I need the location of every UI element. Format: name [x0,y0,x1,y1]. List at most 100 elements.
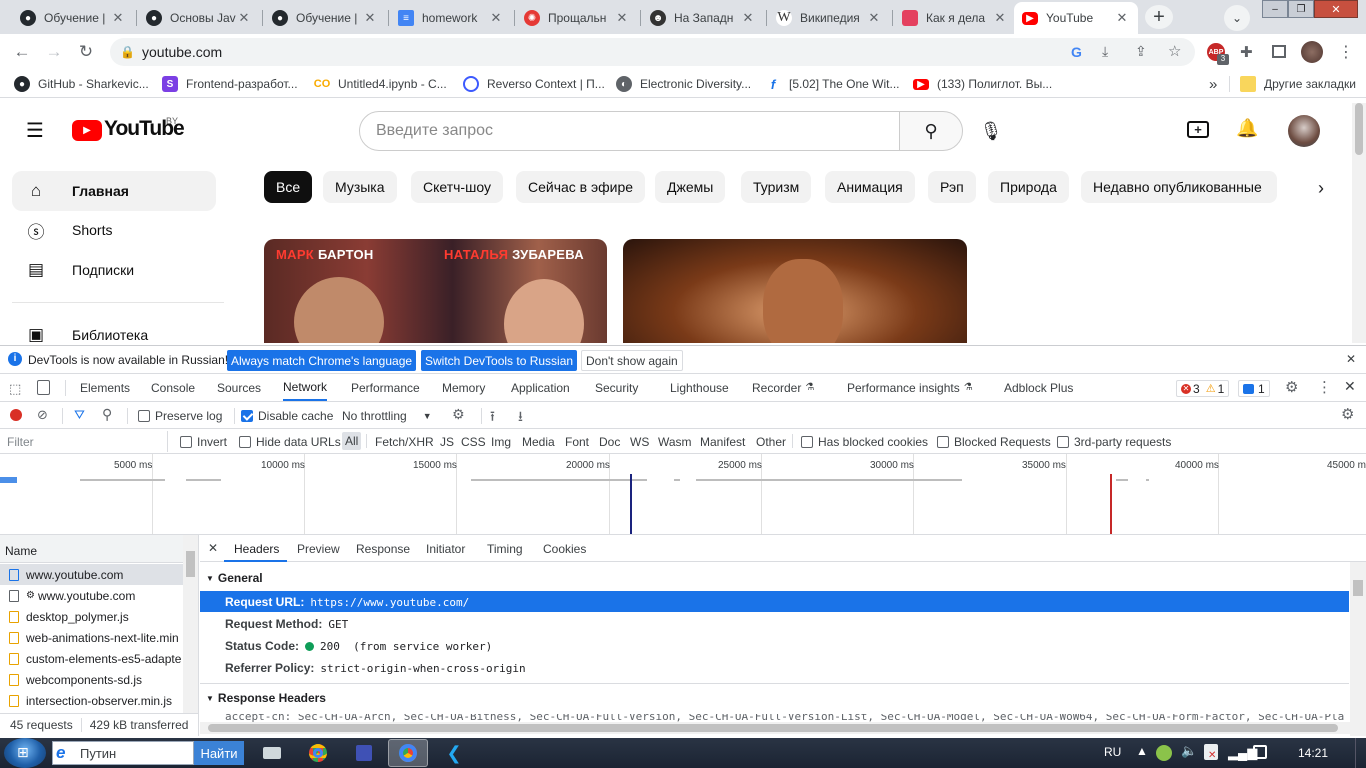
menu-icon[interactable]: ⋮ [1338,42,1354,62]
request-row[interactable]: web-animations-next-lite.min [0,627,183,648]
always-match-language-button[interactable]: Always match Chrome's language [227,350,417,371]
checkbox[interactable] [239,436,251,448]
tray-shield-icon[interactable]: ✕ [1204,744,1218,761]
type-filter[interactable]: Other [756,435,786,449]
checkbox[interactable] [937,436,949,448]
status-code-row[interactable]: Status Code: 200 (from service worker) [225,635,492,657]
request-method-row[interactable]: Request Method: GET [225,613,348,635]
youtube-logo-icon[interactable]: ▶ [72,120,102,141]
tab-security[interactable]: Security [595,374,638,401]
new-tab-button[interactable]: + [1145,5,1173,29]
microphone-icon[interactable]: 🎙 [980,119,1003,143]
clear-icon[interactable]: ⊘ [37,407,48,423]
tab-response[interactable]: Response [356,542,410,556]
device-toolbar-icon[interactable] [37,380,50,395]
chip[interactable]: Сейчас в эфире [516,171,646,203]
browser-tab[interactable]: Как я дела ✕ [894,2,1016,34]
bookmark-item[interactable]: CO Untitled4.ipynb - C... [314,75,447,93]
tab-memory[interactable]: Memory [442,374,485,401]
chip[interactable]: Скетч-шоу [411,171,503,203]
tab-timing[interactable]: Timing [487,542,523,556]
checkbox[interactable] [241,410,253,422]
preserve-log-checkbox[interactable]: Preserve log [138,409,222,423]
close-icon[interactable]: ✕ [740,10,756,26]
third-party-checkbox[interactable]: 3rd-party requests [1057,435,1171,449]
browser-tab[interactable]: ● Основы Jav ✕ [138,2,260,34]
search-button[interactable]: ⚲ [899,111,963,151]
avatar[interactable] [1301,41,1323,63]
inspect-icon[interactable]: ⬚ [9,381,21,397]
close-icon[interactable]: ✕ [110,10,126,26]
sidebar-item-library[interactable]: ▣ Библиотека [12,315,216,343]
taskbar-app-chrome-active[interactable] [388,739,428,767]
clock[interactable]: 14:21 [1298,746,1328,760]
close-icon[interactable]: ✕ [236,10,252,26]
chip[interactable]: Джемы [655,171,726,203]
general-section-header[interactable]: ▼ General [206,571,263,585]
browser-tab[interactable]: ≡ homework ✕ [390,2,512,34]
dont-show-again-button[interactable]: Don't show again [581,350,683,371]
close-icon[interactable]: ✕ [1114,10,1130,26]
type-filter-all[interactable]: All [342,432,362,450]
type-filter[interactable]: WS [630,435,649,449]
tab-search-button[interactable]: ⌄ [1224,5,1250,31]
close-window-icon[interactable]: ✕ [1314,0,1358,18]
taskbar-app-keyboard[interactable] [252,739,292,767]
tab-headers[interactable]: Headers [234,542,279,556]
sidebar-item-home[interactable]: ⌂ Главная [12,171,216,211]
avatar[interactable] [1288,115,1320,147]
type-filter[interactable]: JS [440,435,454,449]
close-icon[interactable]: ✕ [488,10,504,26]
browser-tab[interactable]: ☻ На Западн ✕ [642,2,764,34]
request-row-selected[interactable]: www.youtube.com [0,564,183,585]
tab-elements[interactable]: Elements [80,374,130,401]
puzzle-icon[interactable]: ✚ [1240,43,1253,61]
lock-icon[interactable]: 🔒 [120,45,135,59]
sidebar-item-subscriptions[interactable]: ▤ Подписки [12,250,216,290]
maximize-icon[interactable]: ❐ [1288,0,1314,18]
bookmarks-overflow-button[interactable]: » [1209,75,1217,93]
details-horizontal-scrollbar[interactable] [200,722,1350,734]
create-video-icon[interactable]: + [1187,121,1209,138]
close-icon[interactable]: ✕ [866,10,882,26]
tab-network[interactable]: Network [283,374,328,401]
tray-device-icon[interactable] [1253,745,1267,759]
settings-gear-icon[interactable]: ⚙ [1285,378,1298,396]
start-button[interactable]: ⊞ [4,738,46,768]
filter-icon[interactable]: ⛛ [74,407,85,423]
request-list-scrollbar[interactable] [183,535,198,713]
network-conditions-icon[interactable]: ⚙ [452,406,465,423]
google-icon[interactable]: G [1071,44,1082,60]
import-har-icon[interactable]: ⭱ [490,406,495,430]
tab-application[interactable]: Application [511,374,570,401]
request-row[interactable]: intersection-observer.min.js [0,690,183,711]
star-icon[interactable]: ☆ [1168,42,1181,60]
type-filter[interactable]: Manifest [700,435,745,449]
type-filter[interactable]: Doc [599,435,620,449]
request-row[interactable]: desktop_polymer.js [0,606,183,627]
record-icon[interactable] [10,409,22,421]
close-devtools-icon[interactable]: ✕ [1344,378,1356,395]
issues-counter[interactable]: ✕ 3 ⚠ 1 [1176,380,1230,397]
close-details-icon[interactable]: ✕ [208,541,218,555]
language-indicator[interactable]: RU [1104,745,1121,759]
invert-checkbox[interactable]: Invert [180,435,227,449]
sidebar-item-shorts[interactable]: ⓢ Shorts [12,210,216,250]
browser-tab-active[interactable]: ▶ YouTube ✕ [1014,2,1138,34]
name-column-header[interactable]: Name [0,535,183,563]
bookmark-item[interactable]: S Frontend-разработ... [162,75,298,93]
page-scrollbar[interactable] [1352,103,1366,343]
taskbar-search-input[interactable] [52,741,194,765]
chip[interactable]: Недавно опубликованные [1081,171,1277,203]
response-headers-section-header[interactable]: ▼ Response Headers [206,691,326,705]
tab-sources[interactable]: Sources [217,374,261,401]
type-filter[interactable]: Font [565,435,589,449]
address-bar[interactable] [110,38,1195,66]
tab-performance-insights[interactable]: Performance insights ⚗ [847,374,973,401]
request-row[interactable]: ⚙ www.youtube.com [0,585,183,606]
network-settings-icon[interactable]: ⚙ [1341,405,1354,423]
taskbar-app-vscode[interactable]: ❮ [434,739,474,767]
browser-tab[interactable]: ● Обучение | ✕ [264,2,386,34]
search-icon[interactable]: ⚲ [102,406,112,423]
throttling-select[interactable]: No throttling ▼ [342,409,432,423]
